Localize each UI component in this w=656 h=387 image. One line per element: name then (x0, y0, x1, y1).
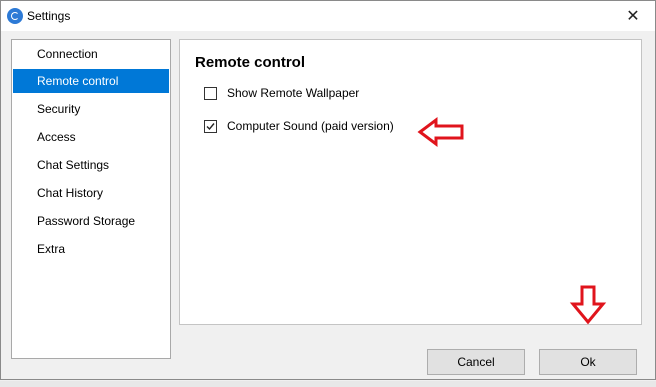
sidebar-item-remote-control[interactable]: Remote control (13, 69, 169, 93)
show-remote-wallpaper-option[interactable]: Show Remote Wallpaper (204, 84, 359, 102)
close-icon[interactable]: ✕ (611, 1, 655, 31)
settings-window: Settings ✕ Connection Remote control Sec… (0, 0, 656, 380)
red-left-arrow-icon (417, 117, 464, 147)
app-icon (7, 8, 23, 24)
sidebar-item-access[interactable]: Access (13, 125, 169, 149)
cancel-button[interactable]: Cancel (427, 349, 525, 375)
title-bar: Settings ✕ (1, 1, 655, 31)
background-strip (0, 381, 656, 387)
sidebar-item-extra[interactable]: Extra (13, 237, 169, 261)
section-title: Remote control (195, 54, 306, 71)
show-remote-wallpaper-label: Show Remote Wallpaper (227, 86, 360, 100)
settings-sidebar: Connection Remote control Security Acces… (11, 39, 171, 359)
computer-sound-checkbox[interactable] (204, 119, 217, 133)
sidebar-item-password-storage[interactable]: Password Storage (13, 209, 169, 233)
window-title: Settings (27, 9, 71, 23)
settings-content-panel: Remote control Show Remote Wallpaper Com… (179, 39, 642, 325)
computer-sound-label: Computer Sound (paid version) (227, 119, 394, 133)
sidebar-item-connection[interactable]: Connection (13, 42, 169, 66)
computer-sound-option[interactable]: Computer Sound (paid version) (204, 117, 394, 135)
show-remote-wallpaper-checkbox[interactable] (204, 86, 217, 100)
sidebar-item-chat-history[interactable]: Chat History (13, 181, 169, 205)
checkmark-icon (206, 122, 215, 130)
red-down-arrow-icon (569, 285, 607, 325)
sidebar-item-chat-settings[interactable]: Chat Settings (13, 153, 169, 177)
ok-button[interactable]: Ok (539, 349, 637, 375)
sidebar-item-security[interactable]: Security (13, 97, 169, 121)
